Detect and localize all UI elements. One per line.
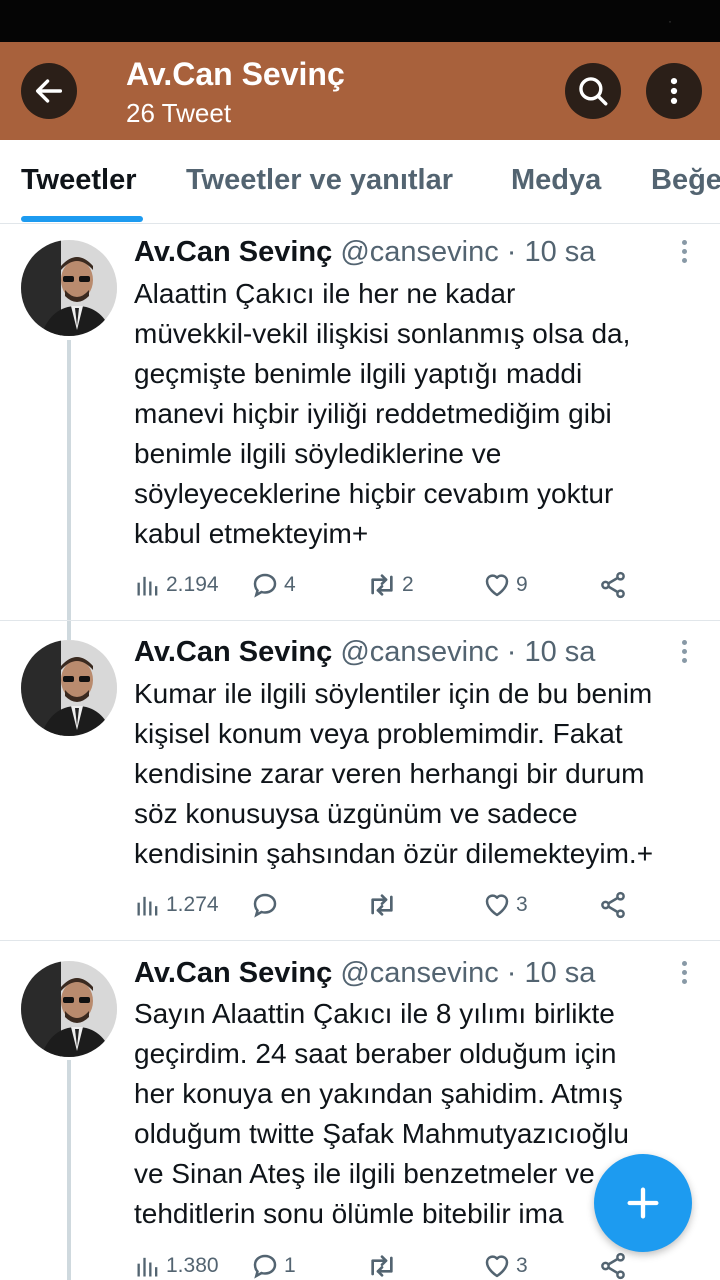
share-button[interactable] <box>598 1246 628 1280</box>
speech-bubble-icon <box>253 893 277 918</box>
author-name[interactable]: Av.Can Sevinç <box>134 236 332 268</box>
like-button[interactable]: 3 <box>482 885 528 925</box>
avatar-photo <box>21 961 117 1057</box>
tweet-actions: 2.194 4 2 9 <box>134 565 720 605</box>
more-vertical-icon <box>670 77 678 105</box>
tweet-menu-button[interactable] <box>676 240 692 270</box>
views-count: 2.194 <box>166 573 219 596</box>
views-button[interactable]: 1.274 <box>134 885 219 925</box>
plus-icon <box>627 1187 659 1219</box>
share-button[interactable] <box>598 565 628 605</box>
reply-button[interactable] <box>250 885 284 925</box>
active-tab-indicator <box>21 216 143 222</box>
speech-bubble-icon <box>253 573 277 598</box>
thread-line <box>67 340 71 640</box>
views-button[interactable]: 1.380 <box>134 1246 219 1280</box>
retweet-button[interactable] <box>366 1246 402 1280</box>
views-count: 1.380 <box>166 1254 219 1277</box>
share-icon <box>601 571 625 599</box>
like-count: 3 <box>516 1254 528 1277</box>
heart-icon <box>485 574 509 597</box>
share-icon <box>601 1252 625 1280</box>
reply-count: 4 <box>284 573 296 596</box>
views-count: 1.274 <box>166 893 219 916</box>
avatar[interactable] <box>21 240 117 336</box>
avatar[interactable] <box>21 640 117 736</box>
tweet-menu-button[interactable] <box>676 640 692 670</box>
tweet-divider <box>0 620 720 621</box>
status-bar: · <box>0 0 720 42</box>
retweet-button[interactable] <box>366 885 402 925</box>
search-button[interactable] <box>565 63 621 119</box>
arrow-left-icon <box>35 79 63 103</box>
tweet-header: Av.Can Sevinç @cansevinc · 10 sa <box>134 636 595 669</box>
retweet-icon <box>371 574 393 596</box>
tweet-time: · 10 sa <box>506 636 596 668</box>
bar-chart-icon <box>137 576 158 596</box>
heart-icon <box>485 1255 509 1278</box>
more-button[interactable] <box>646 63 702 119</box>
tweet-header: Av.Can Sevinç @cansevinc · 10 sa <box>134 957 595 990</box>
share-icon <box>601 891 625 919</box>
tweet-time: · 10 sa <box>506 957 596 989</box>
author-handle[interactable]: @cansevinc <box>340 636 498 668</box>
speech-bubble-icon <box>253 1254 277 1279</box>
retweet-icon <box>371 1255 393 1277</box>
retweet-button[interactable]: 2 <box>366 565 414 605</box>
author-handle[interactable]: @cansevinc <box>340 957 498 989</box>
bar-chart-icon <box>137 1257 158 1277</box>
heart-icon <box>485 894 509 917</box>
tab-media[interactable]: Medya <box>511 164 601 197</box>
tweet-actions: 1.380 1 3 <box>134 1246 720 1280</box>
tweet-header: Av.Can Sevinç @cansevinc · 10 sa <box>134 236 595 269</box>
thread-line <box>67 1060 71 1280</box>
profile-header: Av.Can Sevinç 26 Tweet <box>0 42 720 140</box>
tweet-text: Kumar ile ilgili söylentiler için de bu … <box>134 678 654 869</box>
author-handle[interactable]: @cansevinc <box>340 236 498 268</box>
author-name[interactable]: Av.Can Sevinç <box>134 957 332 989</box>
tab-tweets-and-replies[interactable]: Tweetler ve yanıtlar <box>186 164 453 197</box>
author-name[interactable]: Av.Can Sevinç <box>134 636 332 668</box>
reply-button[interactable]: 1 <box>250 1246 296 1280</box>
retweet-count: 2 <box>402 573 414 596</box>
views-button[interactable]: 2.194 <box>134 565 219 605</box>
like-button[interactable]: 3 <box>482 1246 528 1280</box>
avatar[interactable] <box>21 961 117 1057</box>
tab-tweets[interactable]: Tweetler <box>21 164 137 197</box>
profile-title: Av.Can Sevinç <box>126 56 345 92</box>
tweet-count: 26 Tweet <box>126 98 232 128</box>
tweet-actions: 1.274 3 <box>134 885 720 925</box>
tweet-divider <box>0 940 720 941</box>
reply-count: 1 <box>284 1254 296 1277</box>
tweet-text: Alaattin Çakıcı ile her ne kadar müvekki… <box>134 278 631 549</box>
back-button[interactable] <box>21 63 77 119</box>
avatar-photo <box>21 240 117 336</box>
share-button[interactable] <box>598 885 628 925</box>
tweet-time: · 10 sa <box>506 236 596 268</box>
tweet-menu-button[interactable] <box>676 961 692 991</box>
like-button[interactable]: 9 <box>482 565 528 605</box>
tab-likes[interactable]: Beğe <box>651 164 720 197</box>
status-indicator-icon: · <box>668 14 672 28</box>
reply-button[interactable]: 4 <box>250 565 296 605</box>
like-count: 3 <box>516 893 528 916</box>
retweet-icon <box>371 894 393 916</box>
like-count: 9 <box>516 573 528 596</box>
bar-chart-icon <box>137 896 158 916</box>
search-icon <box>579 77 608 106</box>
profile-tabs: Tweetler Tweetler ve yanıtlar Medya Beğe <box>0 140 720 224</box>
compose-tweet-button[interactable] <box>594 1154 692 1252</box>
avatar-photo <box>21 640 117 736</box>
